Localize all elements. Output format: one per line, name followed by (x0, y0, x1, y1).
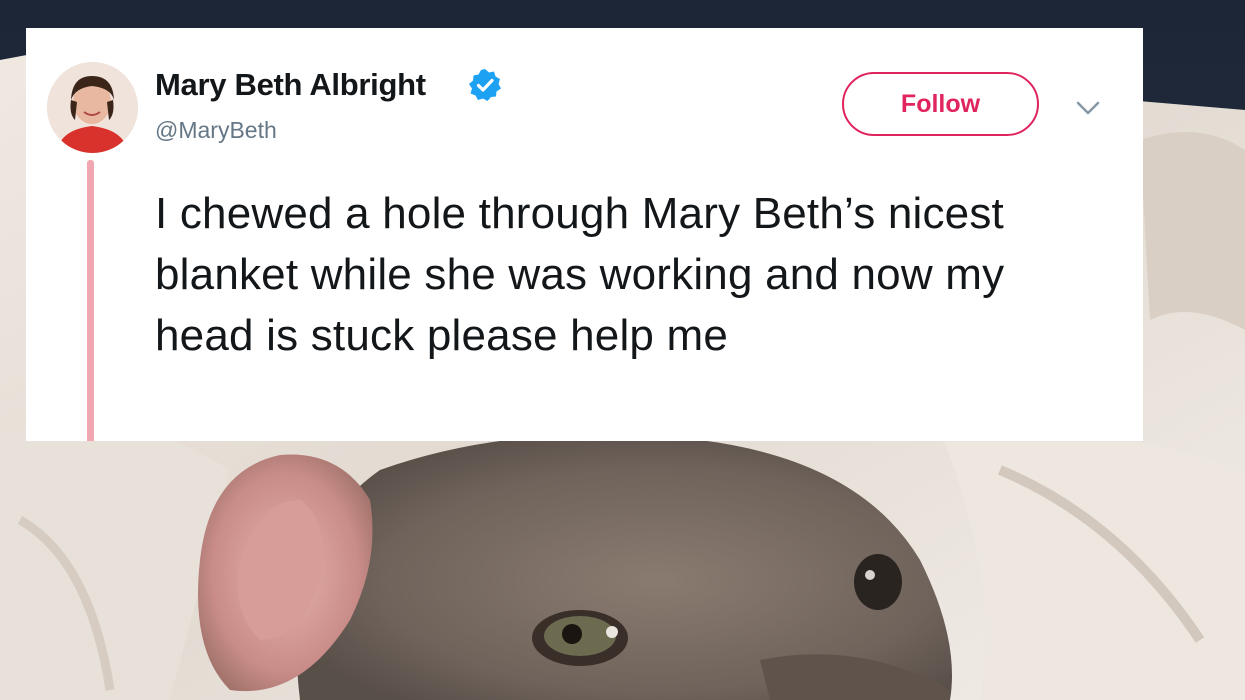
chevron-down-icon[interactable] (1074, 98, 1102, 118)
avatar[interactable] (47, 62, 138, 153)
avatar-image (47, 62, 138, 153)
handle[interactable]: @MaryBeth (155, 117, 277, 144)
verified-badge-icon (469, 69, 501, 101)
thread-line (87, 160, 94, 441)
follow-button[interactable]: Follow (842, 72, 1039, 136)
meme-image: Mary Beth Albright @MaryBeth Follow I ch… (0, 0, 1245, 700)
tweet-text: I chewed a hole through Mary Beth’s nice… (155, 189, 1005, 360)
display-name[interactable]: Mary Beth Albright (155, 67, 426, 103)
tweet-card: Mary Beth Albright @MaryBeth Follow I ch… (26, 28, 1143, 441)
